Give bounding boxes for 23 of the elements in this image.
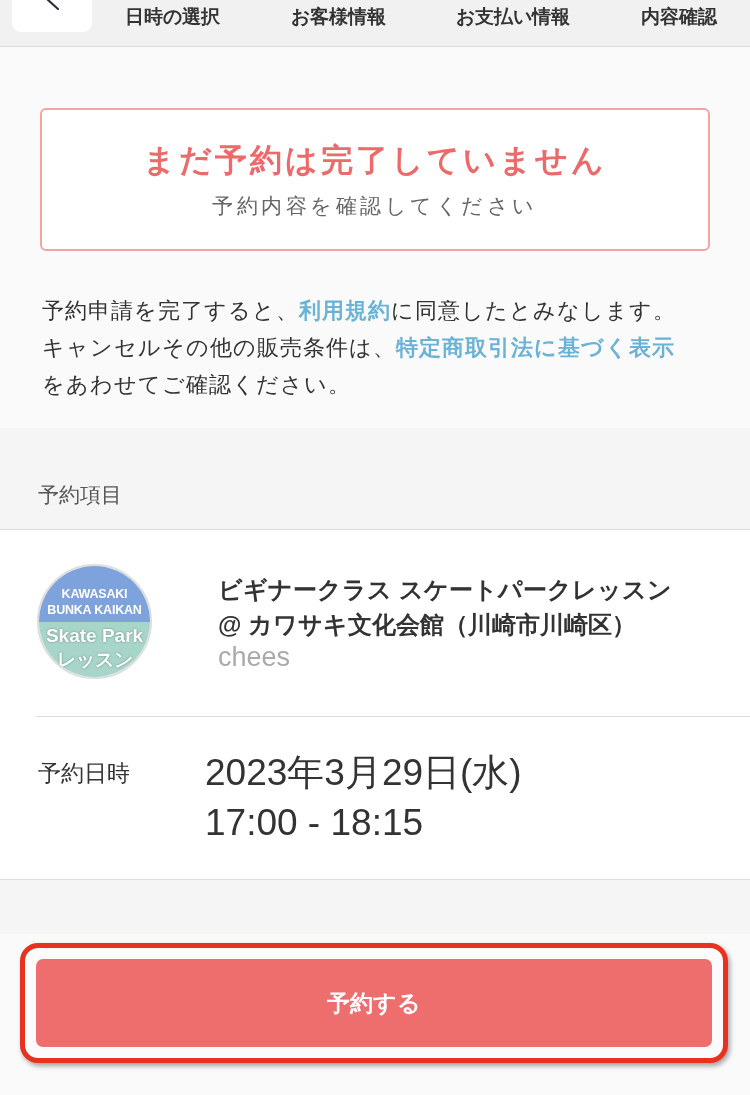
terms-link[interactable]: 特定商取引法に基づく表示 (396, 335, 675, 360)
detail-value: 17:00 - 18:15 (205, 801, 425, 845)
organizer-name: chees (218, 641, 292, 672)
step-label: お支払い情報 (456, 5, 571, 29)
step-label: 日時の選択 (125, 5, 220, 29)
back-button[interactable] (12, 0, 92, 32)
detail-label: 予約日時 (38, 759, 131, 788)
terms-text: 予約申請を完了すると、利用規約に同意したとみなします。 (41, 297, 677, 325)
reserve-button[interactable]: 予約する (36, 959, 712, 1047)
logo-text: レッスン (56, 648, 133, 672)
terms-link[interactable]: 利用規約 (299, 298, 391, 323)
terms-text: キャンセルその他の販売条件は、特定商取引法に基づく表示 をあわせてご確認ください。 (41, 334, 676, 399)
chevron-icon (47, 0, 59, 10)
detail-value: 2023年3月29日(水) (205, 751, 522, 795)
step-label: 内容確認 (640, 5, 717, 29)
logo-text: Skate Park (45, 624, 144, 648)
notice-title: まだ予約は完了していません (143, 141, 607, 180)
logo-text: KAWASAKI (61, 586, 128, 602)
notice-subtitle: 予約内容を確認してください (212, 193, 538, 219)
step-label: お客様情報 (290, 5, 386, 29)
section-label: 予約項目 (38, 482, 122, 508)
logo-text: BUNKA KAIKAN (47, 602, 142, 618)
lesson-title: ビギナークラス スケートパークレッスン @ カワサキ文化会館（川崎市川崎区） (218, 574, 673, 640)
